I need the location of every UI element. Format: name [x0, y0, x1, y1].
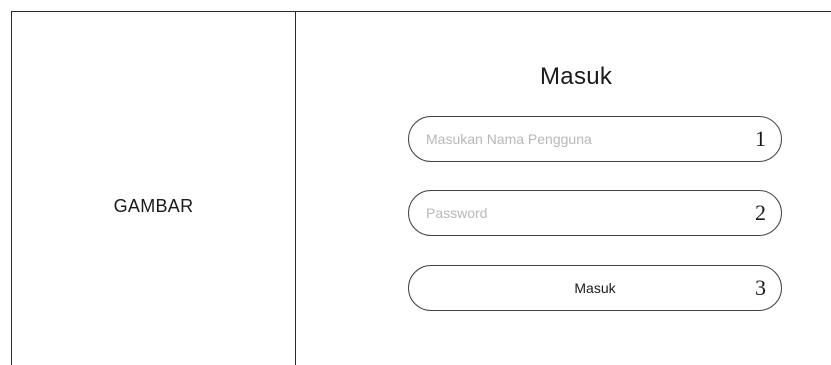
- password-marker: 2: [755, 200, 766, 225]
- password-input[interactable]: [424, 204, 708, 222]
- image-placeholder-label: GAMBAR: [113, 196, 194, 216]
- login-button-label: Masuk: [574, 280, 616, 296]
- page-title: Masuk: [540, 63, 613, 90]
- login-button[interactable]: Masuk 3: [408, 265, 782, 311]
- wireframe-border: [11, 11, 831, 365]
- username-input[interactable]: [424, 130, 708, 148]
- username-marker: 1: [755, 126, 766, 151]
- panel-divider: [295, 11, 296, 365]
- login-button-marker: 3: [755, 275, 766, 300]
- username-field[interactable]: 1: [408, 116, 782, 162]
- password-field[interactable]: 2: [408, 190, 782, 236]
